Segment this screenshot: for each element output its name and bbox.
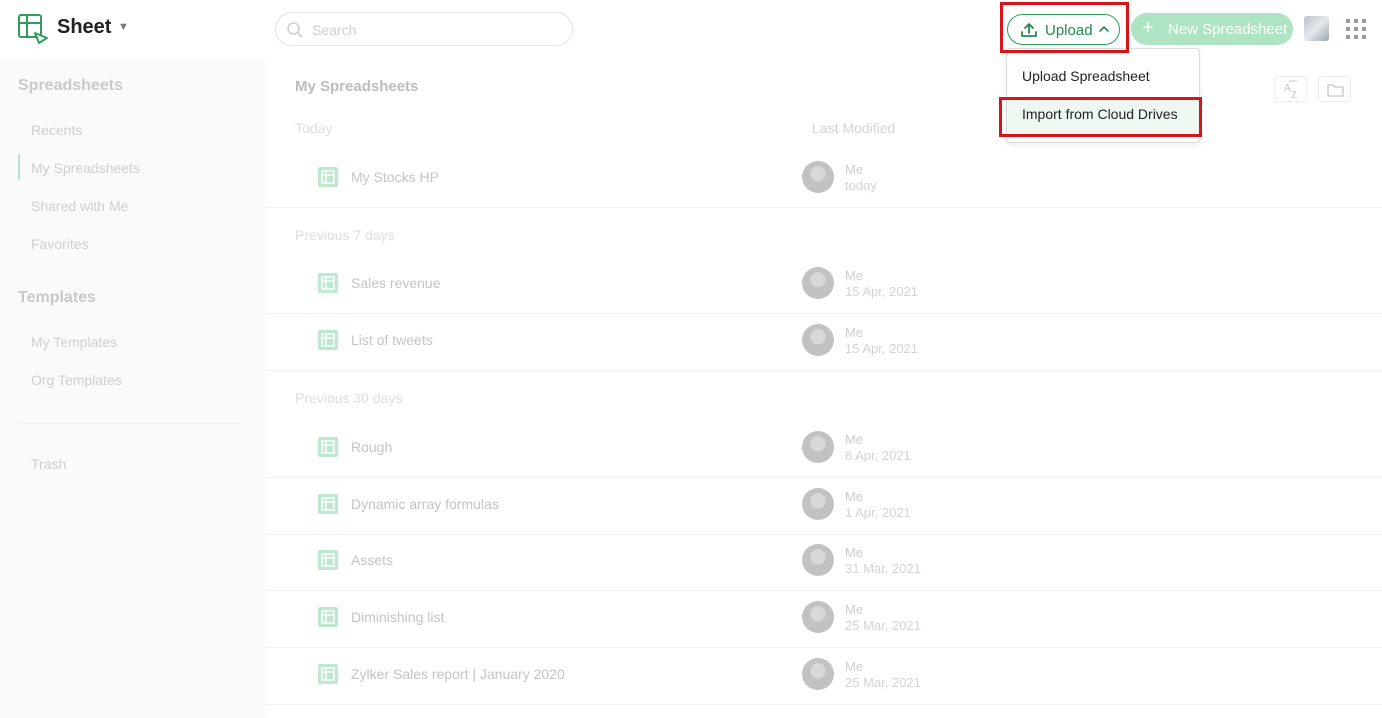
modified-date: 8 Apr, 2021 xyxy=(845,448,911,463)
avatar xyxy=(802,431,834,463)
sidebar-item-recents[interactable]: Recents xyxy=(31,122,82,138)
user-avatar[interactable] xyxy=(1304,16,1329,41)
avatar xyxy=(802,488,834,520)
modified-date: today xyxy=(845,178,877,193)
spreadsheet-file-icon xyxy=(318,167,338,187)
sidebar-heading-templates[interactable]: Templates xyxy=(18,289,96,307)
sidebar-item-trash[interactable]: Trash xyxy=(31,456,66,472)
modified-date: 15 Apr, 2021 xyxy=(845,284,919,299)
highlight-box-upload xyxy=(1000,2,1129,53)
svg-text:A: A xyxy=(1284,83,1291,94)
spreadsheet-file-icon xyxy=(318,437,338,457)
owner-name: Me xyxy=(845,325,864,340)
modified-date: 25 Mar, 2021 xyxy=(845,618,921,633)
active-indicator xyxy=(18,154,20,180)
plus-icon: + xyxy=(1142,17,1154,39)
modified-date: 25 Mar, 2021 xyxy=(845,675,921,690)
app-switcher-caret-icon[interactable]: ▼ xyxy=(118,21,129,33)
search-input[interactable] xyxy=(312,20,552,40)
menu-item-label: Upload Spreadsheet xyxy=(1022,68,1150,84)
file-name[interactable]: List of tweets xyxy=(351,332,433,348)
avatar xyxy=(802,601,834,633)
section-label-previous-30-days: Previous 30 days xyxy=(295,390,403,406)
sidebar-item-my-spreadsheets[interactable]: My Spreadsheets xyxy=(31,160,140,176)
owner-name: Me xyxy=(845,268,864,283)
search-box[interactable] xyxy=(275,12,573,46)
avatar xyxy=(802,267,834,299)
new-spreadsheet-label: New Spreadsheet xyxy=(1168,21,1288,38)
file-name[interactable]: Sales revenue xyxy=(351,275,441,291)
app-grid-icon[interactable] xyxy=(1345,18,1367,40)
owner-name: Me xyxy=(845,659,864,674)
table-row[interactable]: My Stocks HP Me today xyxy=(265,152,1382,208)
menu-item-upload-spreadsheet[interactable]: Upload Spreadsheet xyxy=(1007,59,1199,95)
sidebar-item-favorites[interactable]: Favorites xyxy=(31,236,89,252)
search-icon xyxy=(287,22,303,38)
file-name[interactable]: Rough xyxy=(351,439,392,455)
sidebar-item-org-templates[interactable]: Org Templates xyxy=(31,372,122,388)
spreadsheet-file-icon xyxy=(318,273,338,293)
file-name[interactable]: Dynamic array formulas xyxy=(351,496,499,512)
modified-date: 15 Apr, 2021 xyxy=(845,341,919,356)
svg-text:Z: Z xyxy=(1291,90,1297,101)
table-row[interactable]: Sales revenue Me 15 Apr, 2021 xyxy=(265,258,1382,314)
file-name[interactable]: My Stocks HP xyxy=(351,169,439,185)
avatar xyxy=(802,544,834,576)
sort-az-icon: A Z xyxy=(1284,80,1297,101)
spreadsheet-file-icon xyxy=(318,607,338,627)
section-label-previous-7-days: Previous 7 days xyxy=(295,227,395,243)
new-spreadsheet-button[interactable]: + New Spreadsheet xyxy=(1131,13,1293,45)
spreadsheet-file-icon xyxy=(318,330,338,350)
app-name[interactable]: Sheet xyxy=(57,16,111,39)
page-title: My Spreadsheets xyxy=(295,78,419,95)
table-row[interactable]: Dynamic array formulas Me 1 Apr, 2021 xyxy=(265,479,1382,535)
sidebar-divider xyxy=(18,423,240,424)
section-label-today: Today xyxy=(295,120,333,136)
owner-name: Me xyxy=(845,489,864,504)
owner-name: Me xyxy=(845,432,864,447)
sidebar-item-my-templates[interactable]: My Templates xyxy=(31,334,117,350)
main-content: My Spreadsheets A Z Today Last Modified … xyxy=(265,58,1382,718)
column-header-last-modified[interactable]: Last Modified xyxy=(812,120,895,136)
table-row[interactable]: Assets Me 31 Mar, 2021 xyxy=(265,535,1382,591)
table-row[interactable]: Rough Me 8 Apr, 2021 xyxy=(265,422,1382,478)
file-name[interactable]: Diminishing list xyxy=(351,609,444,625)
table-row[interactable]: Zylker Sales report | January 2020 Me 25… xyxy=(265,649,1382,705)
table-row[interactable]: List of tweets Me 15 Apr, 2021 xyxy=(265,315,1382,371)
table-row[interactable]: Diminishing list Me 25 Mar, 2021 xyxy=(265,592,1382,648)
spreadsheet-file-icon xyxy=(318,550,338,570)
avatar xyxy=(802,324,834,356)
owner-name: Me xyxy=(845,545,864,560)
owner-name: Me xyxy=(845,602,864,617)
file-name[interactable]: Assets xyxy=(351,552,393,568)
folder-button[interactable] xyxy=(1318,76,1351,102)
file-name[interactable]: Zylker Sales report | January 2020 xyxy=(351,666,565,682)
avatar xyxy=(802,161,834,193)
spreadsheet-file-icon xyxy=(318,494,338,514)
highlight-box-import xyxy=(999,97,1202,137)
spreadsheet-file-icon xyxy=(318,664,338,684)
sheet-logo-icon[interactable] xyxy=(17,13,49,45)
modified-date: 1 Apr, 2021 xyxy=(845,505,911,520)
sidebar-item-shared-with-me[interactable]: Shared with Me xyxy=(31,198,128,214)
sidebar-heading-spreadsheets[interactable]: Spreadsheets xyxy=(18,77,123,95)
folder-icon xyxy=(1327,84,1344,97)
owner-name: Me xyxy=(845,162,864,177)
modified-date: 31 Mar, 2021 xyxy=(845,561,921,576)
avatar xyxy=(802,658,834,690)
sidebar: Spreadsheets Recents My Spreadsheets Sha… xyxy=(0,58,265,718)
sort-button[interactable]: A Z xyxy=(1274,76,1307,102)
